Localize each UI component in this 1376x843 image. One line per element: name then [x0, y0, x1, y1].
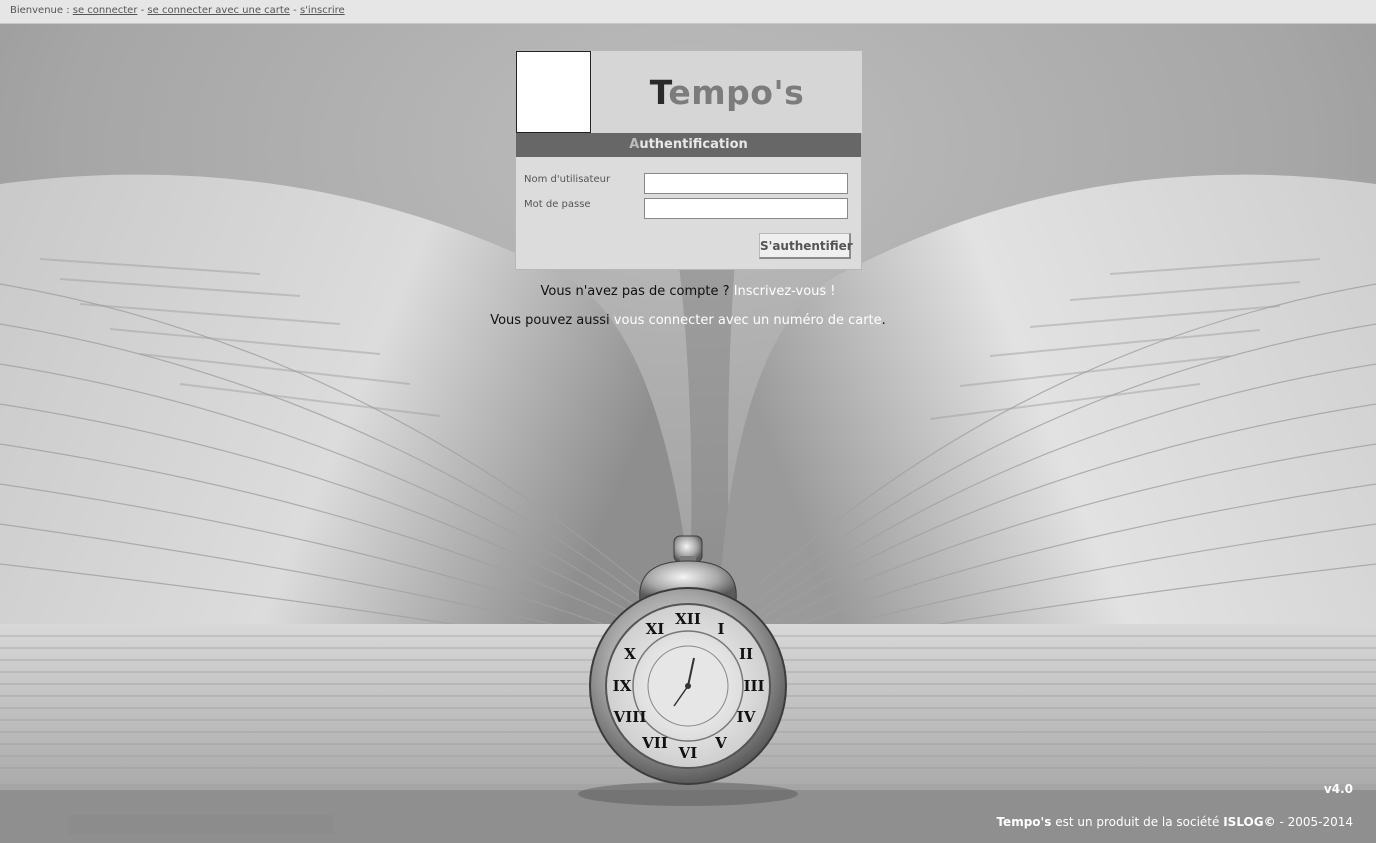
- separator: -: [140, 5, 145, 16]
- svg-text:IX: IX: [613, 677, 632, 695]
- auth-header: Authentification: [516, 133, 861, 157]
- svg-text:VI: VI: [678, 744, 698, 762]
- login-link[interactable]: se connecter: [73, 5, 138, 16]
- svg-text:X: X: [624, 645, 636, 663]
- logo-image: [516, 51, 591, 133]
- svg-text:VII: VII: [641, 734, 668, 752]
- svg-text:IV: IV: [737, 708, 756, 726]
- username-input[interactable]: [644, 173, 848, 194]
- copyright-footer: Tempo's est un produit de la société ISL…: [996, 815, 1353, 829]
- card-number-login-link[interactable]: vous connecter avec un numéro de carte: [614, 313, 882, 328]
- brand-title: Tempo's: [592, 51, 862, 133]
- authenticate-button[interactable]: S'authentifier: [759, 233, 853, 259]
- svg-text:III: III: [743, 677, 764, 695]
- username-label: Nom d'utilisateur: [524, 174, 611, 185]
- svg-text:I: I: [717, 620, 724, 638]
- login-panel: Tempo's Authentification Nom d'utilisate…: [515, 50, 862, 270]
- brand-title-rest: empo's: [668, 73, 805, 112]
- footer-years: - 2005-2014: [1279, 815, 1353, 829]
- footer-bar: [68, 815, 334, 834]
- card-message: Vous pouvez aussi vous connecter avec un…: [0, 313, 1376, 328]
- password-input[interactable]: [644, 198, 848, 219]
- svg-text:II: II: [739, 645, 753, 663]
- separator: -: [293, 5, 297, 16]
- version-label: v4.0: [1323, 782, 1353, 796]
- top-bar: Bienvenue : se connecter - se connecter …: [0, 0, 1376, 24]
- card-end: .: [881, 313, 886, 328]
- footer-product: Tempo's: [996, 815, 1052, 829]
- auth-header-rest: uthentification: [639, 137, 748, 152]
- brand-title-first-letter: T: [649, 73, 669, 112]
- welcome-text: Bienvenue :: [10, 5, 70, 16]
- svg-text:XII: XII: [675, 610, 701, 628]
- footer-company: ISLOG©: [1223, 815, 1276, 829]
- register-now-link[interactable]: Inscrivez-vous !: [734, 284, 836, 299]
- register-link[interactable]: s'inscrire: [300, 5, 345, 16]
- password-label: Mot de passe: [524, 199, 591, 210]
- card-text: Vous pouvez aussi: [490, 313, 610, 328]
- footer-middle-text: est un produit de la société: [1055, 815, 1220, 829]
- register-message: Vous n'avez pas de compte ? Inscrivez-vo…: [0, 284, 1376, 299]
- card-login-link[interactable]: se connecter avec une carte: [147, 5, 290, 16]
- svg-text:VIII: VIII: [613, 708, 647, 726]
- auth-header-first-letter: A: [629, 137, 640, 152]
- no-account-text: Vous n'avez pas de compte ?: [540, 284, 730, 299]
- svg-text:XI: XI: [646, 620, 665, 638]
- svg-text:V: V: [714, 734, 727, 752]
